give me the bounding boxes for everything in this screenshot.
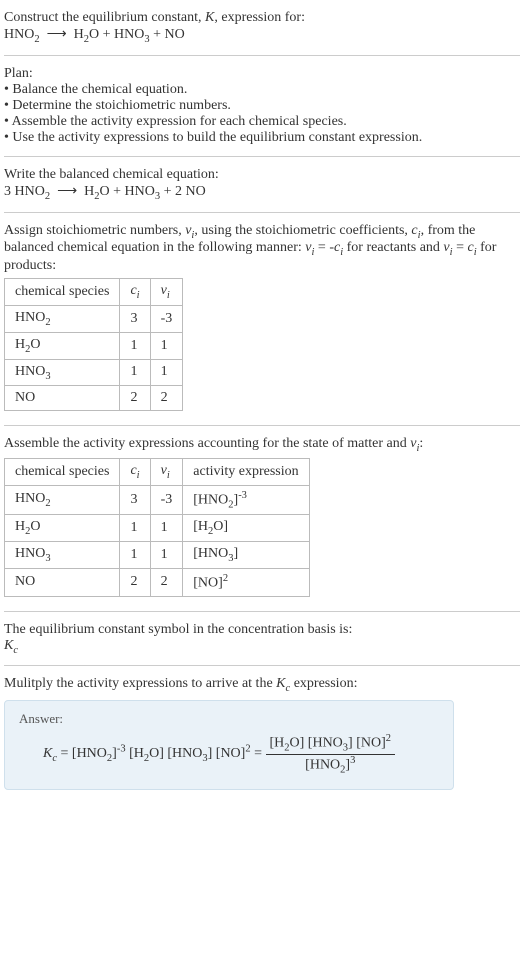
question-header: Construct the equilibrium constant, K, e… [4, 4, 520, 51]
balanced-section: Write the balanced chemical equation: 3 … [4, 161, 520, 208]
construct-prompt: Construct the equilibrium constant, K, e… [4, 10, 520, 26]
table-row: NO 2 2 [NO]2 [5, 569, 310, 597]
fraction: [H2O] [HNO3] [NO]2 [HNO2]3 [266, 733, 396, 775]
divider [4, 425, 520, 426]
basis-section: The equilibrium constant symbol in the c… [4, 616, 520, 662]
col-expr: activity expression [183, 459, 309, 486]
col-ci: ci [120, 279, 150, 306]
divider [4, 212, 520, 213]
cell-species: NO [5, 386, 120, 411]
table-header-row: chemical species ci νi activity expressi… [5, 459, 310, 486]
cell-vi: 1 [150, 332, 183, 359]
kc-symbol: Kc [4, 638, 520, 656]
cell-vi: 2 [150, 386, 183, 411]
table-row: H2O 1 1 [5, 332, 183, 359]
cell-vi: -3 [150, 485, 183, 514]
table-row: H2O 1 1 [H2O] [5, 515, 310, 542]
cell-expr: [HNO3] [183, 542, 309, 569]
activity-section: Assemble the activity expressions accoun… [4, 430, 520, 606]
divider [4, 665, 520, 666]
cell-species: NO [5, 569, 120, 597]
activity-intro: Assemble the activity expressions accoun… [4, 436, 520, 454]
cell-species: HNO3 [5, 359, 120, 386]
table-row: HNO2 3 -3 [5, 305, 183, 332]
cell-vi: 1 [150, 515, 183, 542]
cell-ci: 1 [120, 515, 150, 542]
answer-box: Answer: Kc = [HNO2]-3 [H2O] [HNO3] [NO]2… [4, 700, 454, 790]
cell-species: H2O [5, 515, 120, 542]
fraction-numerator: [H2O] [HNO3] [NO]2 [266, 733, 396, 754]
cell-expr: [H2O] [183, 515, 309, 542]
cell-ci: 3 [120, 485, 150, 514]
col-species: chemical species [5, 459, 120, 486]
cell-ci: 1 [120, 332, 150, 359]
balanced-title: Write the balanced chemical equation: [4, 167, 520, 183]
basis-text: The equilibrium constant symbol in the c… [4, 622, 520, 638]
col-ci: ci [120, 459, 150, 486]
table-row: HNO2 3 -3 [HNO2]-3 [5, 485, 310, 514]
cell-expr: [NO]2 [183, 569, 309, 597]
answer-equation: Kc = [HNO2]-3 [H2O] [HNO3] [NO]2 = [H2O]… [19, 733, 439, 775]
stoich-table: chemical species ci νi HNO2 3 -3 H2O 1 1… [4, 278, 183, 411]
balanced-equation: 3 HNO2 ⟶ H2O + HNO3 + 2 NO [4, 183, 520, 202]
table-header-row: chemical species ci νi [5, 279, 183, 306]
stoich-intro: Assign stoichiometric numbers, νi, using… [4, 223, 520, 275]
table-row: HNO3 1 1 [5, 359, 183, 386]
fraction-denominator: [HNO2]3 [266, 755, 396, 775]
cell-species: HNO2 [5, 485, 120, 514]
cell-vi: 1 [150, 542, 183, 569]
col-vi: νi [150, 459, 183, 486]
plan-item: • Balance the chemical equation. [4, 82, 520, 98]
table-row: HNO3 1 1 [HNO3] [5, 542, 310, 569]
cell-species: H2O [5, 332, 120, 359]
answer-label: Answer: [19, 711, 439, 727]
stoich-section: Assign stoichiometric numbers, νi, using… [4, 217, 520, 422]
plan-item: • Use the activity expressions to build … [4, 130, 520, 146]
col-species: chemical species [5, 279, 120, 306]
cell-vi: -3 [150, 305, 183, 332]
cell-ci: 3 [120, 305, 150, 332]
cell-ci: 1 [120, 359, 150, 386]
table-row: NO 2 2 [5, 386, 183, 411]
unbalanced-equation: HNO2 ⟶ H2O + HNO3 + NO [4, 26, 520, 45]
plan-item: • Assemble the activity expression for e… [4, 114, 520, 130]
divider [4, 156, 520, 157]
cell-species: HNO3 [5, 542, 120, 569]
divider [4, 55, 520, 56]
plan-title: Plan: [4, 66, 520, 82]
cell-species: HNO2 [5, 305, 120, 332]
cell-expr: [HNO2]-3 [183, 485, 309, 514]
cell-vi: 1 [150, 359, 183, 386]
activity-table: chemical species ci νi activity expressi… [4, 458, 310, 597]
cell-vi: 2 [150, 569, 183, 597]
multiply-text: Mulitply the activity expressions to arr… [4, 676, 520, 694]
col-vi: νi [150, 279, 183, 306]
multiply-section: Mulitply the activity expressions to arr… [4, 670, 520, 796]
cell-ci: 1 [120, 542, 150, 569]
cell-ci: 2 [120, 569, 150, 597]
plan-item: • Determine the stoichiometric numbers. [4, 98, 520, 114]
plan-section: Plan: • Balance the chemical equation. •… [4, 60, 520, 152]
divider [4, 611, 520, 612]
cell-ci: 2 [120, 386, 150, 411]
